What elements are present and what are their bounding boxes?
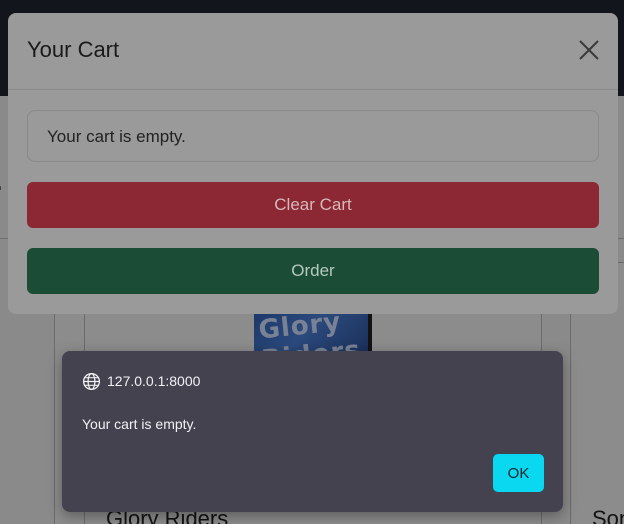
close-icon[interactable]: [574, 35, 604, 65]
close-icon-graphic: [579, 40, 599, 60]
alert-origin-text: 127.0.0.1:8000: [107, 373, 201, 389]
cart-modal: Your Cart Your cart is empty. Clear Cart…: [8, 13, 618, 314]
globe-icon: [82, 372, 101, 391]
browser-alert-dialog: 127.0.0.1:8000 Your cart is empty. OK: [62, 351, 563, 512]
clear-cart-button[interactable]: Clear Cart: [27, 182, 599, 228]
alert-ok-button[interactable]: OK: [493, 454, 544, 492]
alert-message: Your cart is empty.: [82, 416, 197, 432]
order-button[interactable]: Order: [27, 248, 599, 294]
alert-origin: 127.0.0.1:8000: [82, 371, 200, 391]
cart-empty-message: Your cart is empty.: [27, 110, 599, 162]
cart-modal-header: Your Cart: [8, 13, 618, 90]
cart-modal-title: Your Cart: [27, 37, 120, 62]
